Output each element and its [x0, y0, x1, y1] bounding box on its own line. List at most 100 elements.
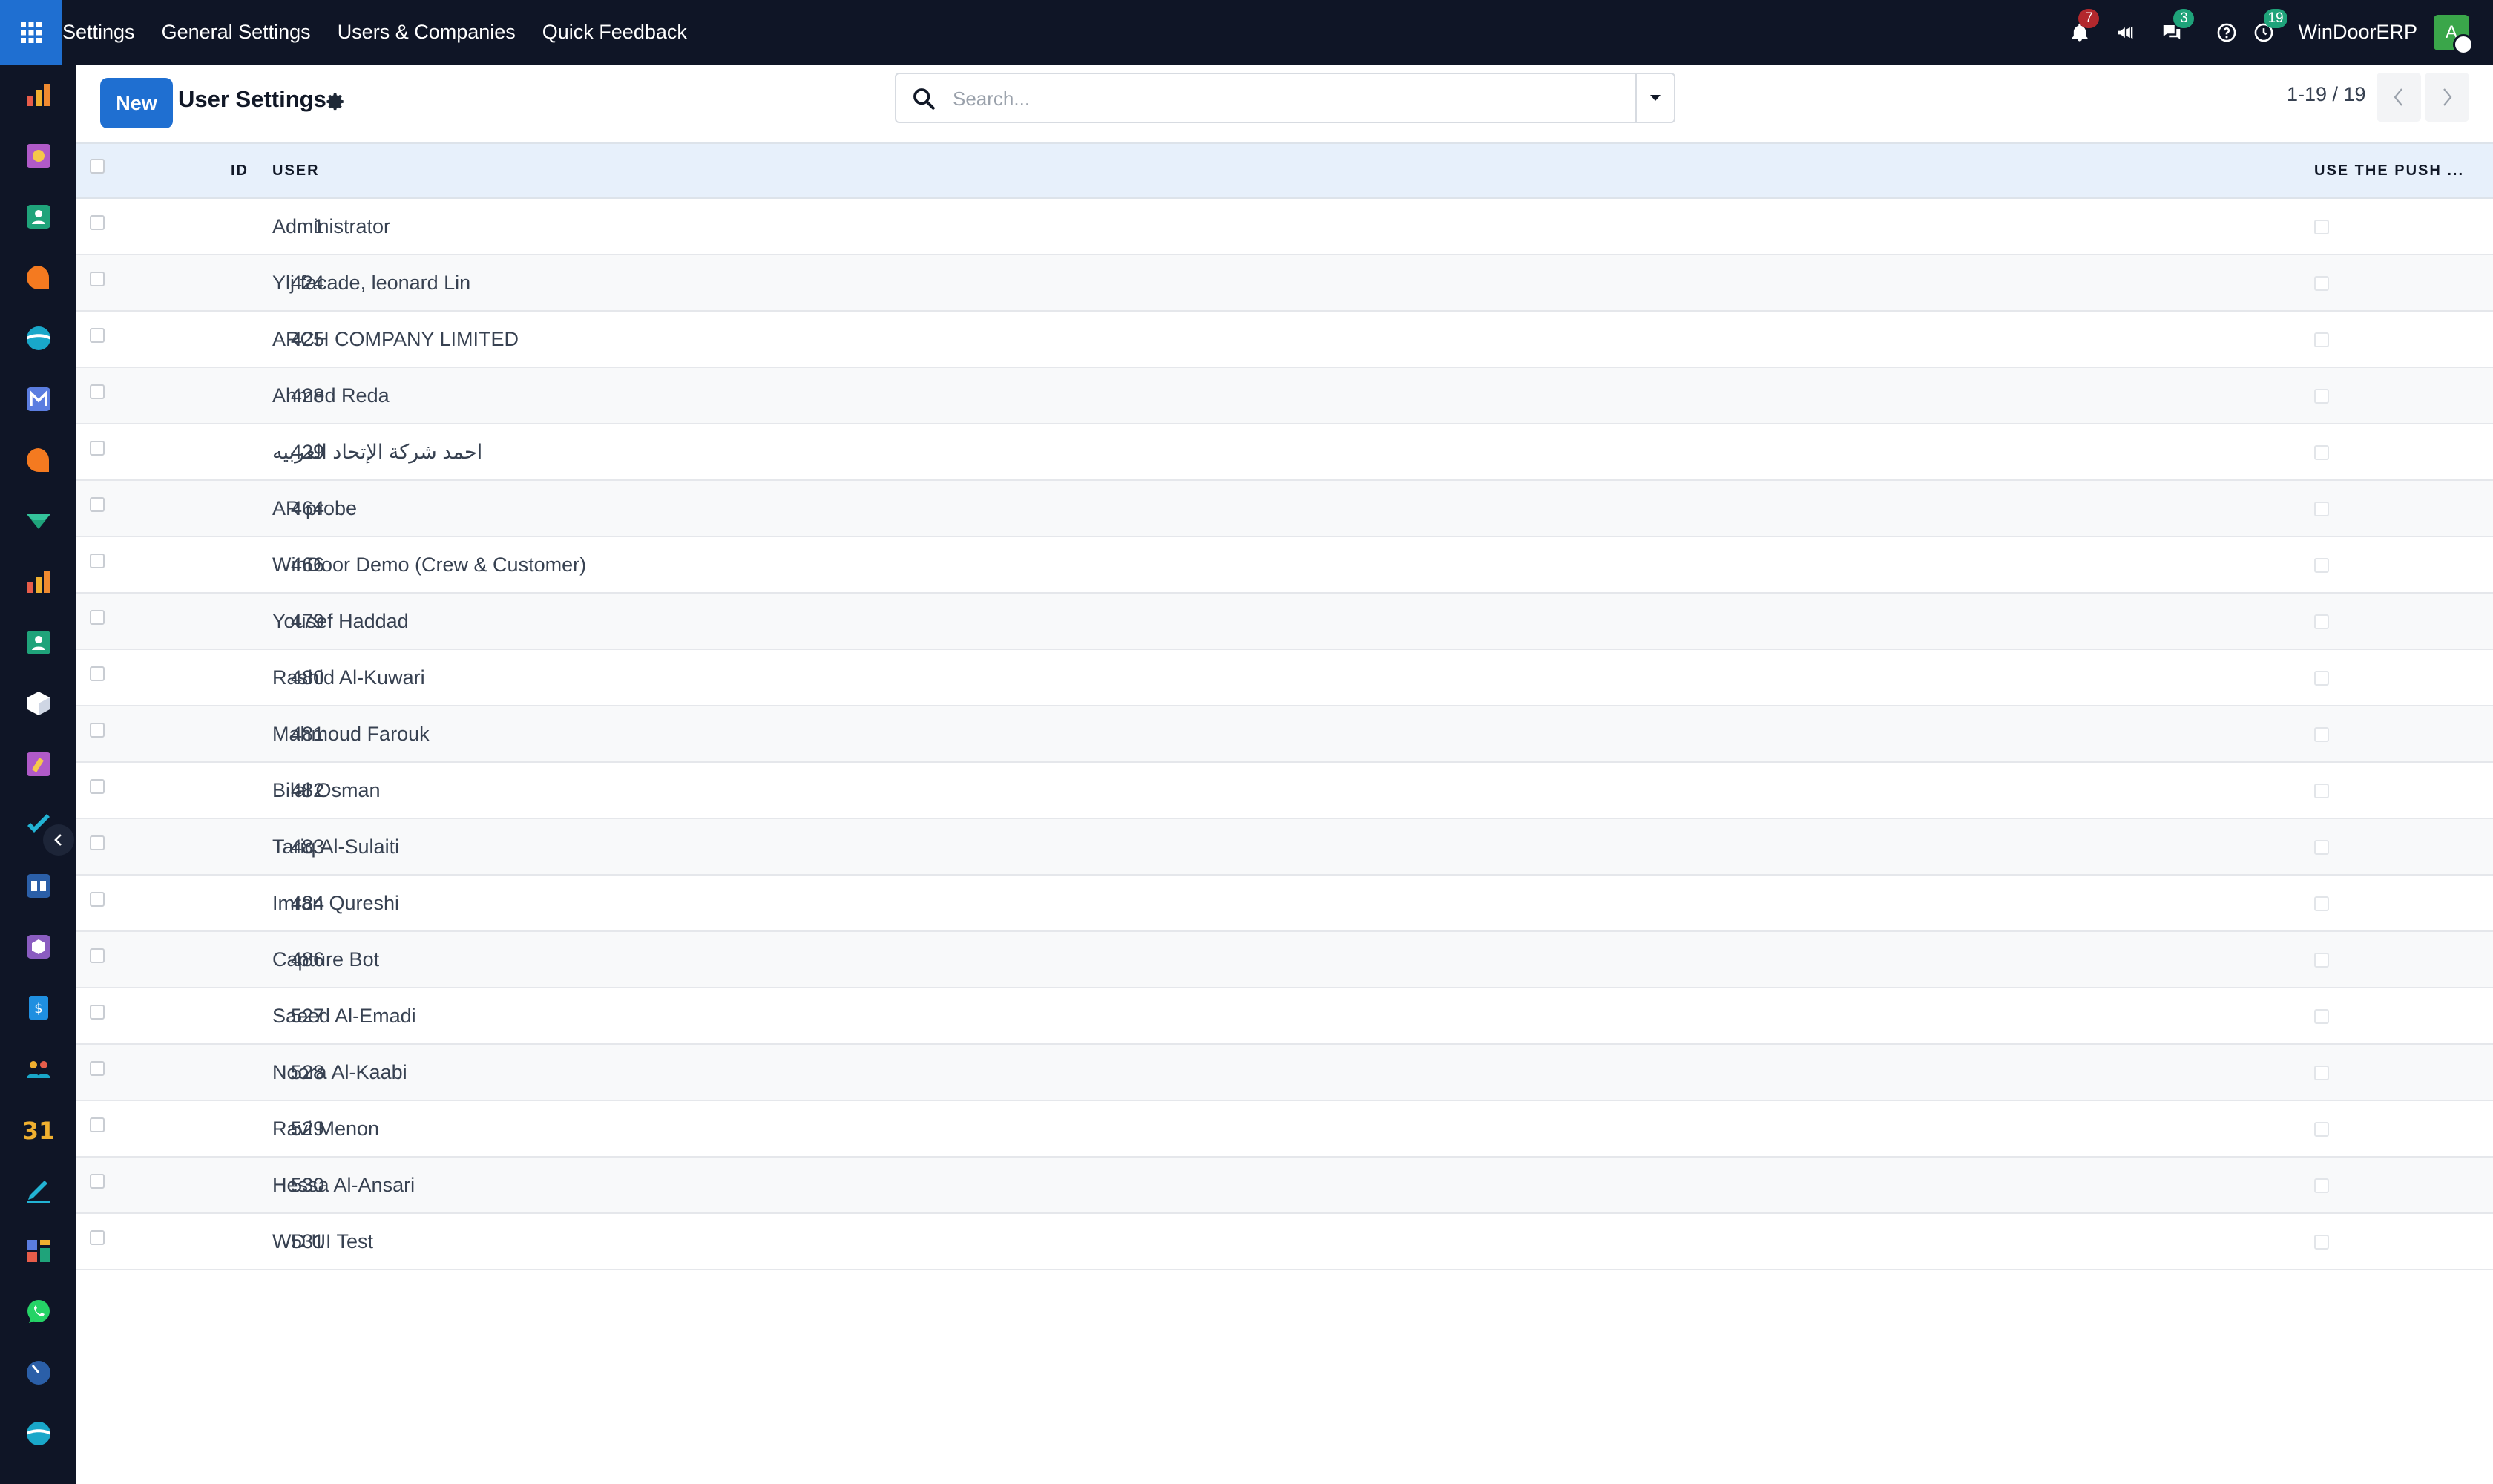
company-switcher[interactable]: WinDoorERP: [2298, 21, 2417, 44]
table-row[interactable]: 466 WinDoor Demo (Crew & Customer): [76, 537, 2493, 594]
column-header-id[interactable]: ID: [231, 144, 249, 197]
search-options-toggle[interactable]: [1635, 74, 1674, 122]
cell-user: Capture Bot: [272, 948, 380, 971]
row-select-checkbox[interactable]: [90, 1230, 105, 1245]
employees-icon[interactable]: [24, 628, 53, 657]
table-row[interactable]: 483 Tariq Al-Sulaiti: [76, 819, 2493, 876]
cell-user: احمد شركة الإتحاد الغربيه: [272, 441, 483, 463]
row-select-checkbox[interactable]: [90, 1061, 105, 1076]
row-select-checkbox[interactable]: [90, 779, 105, 794]
table-row[interactable]: 464 AR probe: [76, 481, 2493, 537]
new-button[interactable]: New: [100, 78, 173, 128]
live-chat-icon[interactable]: [24, 446, 53, 474]
help-button[interactable]: [2212, 18, 2241, 47]
row-select-checkbox[interactable]: [90, 610, 105, 625]
calendar-icon[interactable]: 31: [22, 1115, 56, 1145]
appraisal-icon[interactable]: [24, 750, 53, 778]
caret-down-icon: [1650, 95, 1661, 101]
table-row[interactable]: 529 Ravi Menon: [76, 1101, 2493, 1158]
row-select-checkbox[interactable]: [90, 554, 105, 568]
cell-user: Noora Al-Kaabi: [272, 1061, 407, 1083]
row-select-checkbox[interactable]: [90, 384, 105, 399]
row-select-checkbox[interactable]: [90, 1005, 105, 1020]
table-row[interactable]: 531 WD UI Test: [76, 1214, 2493, 1270]
row-select-checkbox[interactable]: [90, 497, 105, 512]
table-row[interactable]: 482 Bilal Osman: [76, 763, 2493, 819]
row-select-checkbox[interactable]: [90, 948, 105, 963]
pager-previous-button[interactable]: [2377, 73, 2421, 122]
notifications-button[interactable]: 7: [2065, 8, 2100, 47]
cell-user: Ravi Menon: [272, 1117, 380, 1140]
row-select-checkbox[interactable]: [90, 1117, 105, 1132]
discuss-icon[interactable]: [24, 263, 53, 292]
pager-next-button[interactable]: [2425, 73, 2469, 122]
row-select-checkbox[interactable]: [90, 666, 105, 681]
knowledge-icon[interactable]: [24, 872, 53, 900]
select-all-checkbox[interactable]: [90, 159, 105, 174]
inventory-icon[interactable]: [24, 689, 53, 718]
pager-value[interactable]: 1-19 / 19: [2287, 83, 2366, 106]
table-row[interactable]: 429 احمد شركة الإتحاد الغربيه: [76, 424, 2493, 481]
email-marketing-icon[interactable]: [24, 385, 53, 413]
dashboard-builder-icon[interactable]: [24, 1237, 53, 1265]
cell-user: Rashid Al-Kuwari: [272, 666, 425, 689]
row-select-checkbox[interactable]: [90, 835, 105, 850]
row-select-checkbox[interactable]: [90, 328, 105, 343]
activities-button[interactable]: 19: [2249, 8, 2287, 47]
column-header-push[interactable]: USE THE PUSH ...: [2314, 144, 2464, 197]
table-row[interactable]: 424 Ylj facade, leonard Lin: [76, 255, 2493, 312]
row-select-checkbox[interactable]: [90, 723, 105, 738]
table-row[interactable]: 530 Hessa Al-Ansari: [76, 1158, 2493, 1214]
menu-quick-feedback[interactable]: Quick Feedback: [542, 21, 687, 44]
project-icon[interactable]: [24, 811, 53, 839]
appraisal-icon[interactable]: [24, 142, 53, 170]
table-row[interactable]: 425 ARCH COMPANY LIMITED: [76, 312, 2493, 368]
row-select-checkbox[interactable]: [90, 892, 105, 907]
push-notification-checkbox: [2314, 502, 2329, 516]
svg-text:31: 31: [24, 1117, 53, 1143]
search-bar: [895, 73, 1675, 123]
website-icon[interactable]: [24, 1419, 53, 1448]
cell-user: Bilal Osman: [272, 779, 381, 801]
push-notification-checkbox: [2314, 332, 2329, 347]
messages-button[interactable]: 3: [2157, 8, 2195, 47]
invoicing-icon[interactable]: $: [24, 994, 53, 1022]
whatsapp-icon[interactable]: [24, 1298, 53, 1326]
row-select-checkbox[interactable]: [90, 441, 105, 456]
row-select-checkbox[interactable]: [90, 272, 105, 286]
table-row[interactable]: 479 Yousef Haddad: [76, 594, 2493, 650]
sign-icon[interactable]: [24, 1176, 53, 1204]
timer-icon[interactable]: [24, 1359, 53, 1387]
table-row[interactable]: 484 Imran Qureshi: [76, 876, 2493, 932]
menu-users-companies[interactable]: Users & Companies: [338, 21, 516, 44]
table-row[interactable]: 528 Noora Al-Kaabi: [76, 1045, 2493, 1101]
push-notification-checkbox: [2314, 389, 2329, 404]
products-icon[interactable]: [24, 933, 53, 961]
spreadsheet-icon[interactable]: [24, 568, 53, 596]
search-input[interactable]: [951, 82, 1622, 116]
announcements-button[interactable]: [2111, 18, 2141, 47]
table-row[interactable]: 527 Saeed Al-Emadi: [76, 988, 2493, 1045]
user-avatar[interactable]: A: [2434, 14, 2474, 55]
field-service-icon[interactable]: [24, 507, 53, 535]
table-row[interactable]: 428 Ahmed Reda: [76, 368, 2493, 424]
menu-general-settings[interactable]: General Settings: [162, 21, 311, 44]
column-header-user[interactable]: USER: [272, 144, 320, 197]
table-row[interactable]: 480 Rashid Al-Kuwari: [76, 650, 2493, 706]
gear-icon[interactable]: [326, 92, 346, 111]
row-select-checkbox[interactable]: [90, 1174, 105, 1189]
push-notification-checkbox: [2314, 445, 2329, 460]
dashboards-icon[interactable]: [24, 81, 53, 109]
help-icon: [2218, 23, 2236, 42]
table-row[interactable]: 1 Administrator: [76, 199, 2493, 255]
table-row[interactable]: 486 Capture Bot: [76, 932, 2493, 988]
team-icon[interactable]: [24, 1054, 53, 1083]
row-select-checkbox[interactable]: [90, 215, 105, 230]
website-icon[interactable]: [24, 324, 53, 352]
search-icon[interactable]: [911, 86, 936, 111]
table-row[interactable]: 481 Mahmoud Farouk: [76, 706, 2493, 763]
push-notification-checkbox: [2314, 953, 2329, 968]
app-menu-button[interactable]: [0, 0, 62, 65]
contacts-icon[interactable]: [24, 203, 53, 231]
menu-settings[interactable]: Settings: [62, 21, 135, 44]
